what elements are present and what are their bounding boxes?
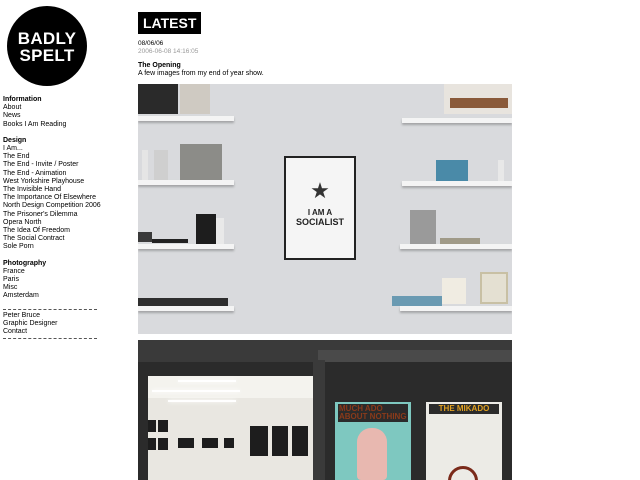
- artwork: [292, 426, 308, 456]
- photo-item: [442, 278, 466, 304]
- photo-item: [138, 298, 228, 306]
- nav-link-opera-north[interactable]: Opera North: [3, 219, 103, 227]
- artwork: [148, 438, 156, 450]
- shelf: [138, 244, 234, 249]
- nav-link-invisible-hand[interactable]: The Invisible Hand: [3, 186, 103, 194]
- nav-link-west-yorkshire[interactable]: West Yorkshire Playhouse: [3, 178, 103, 186]
- star-icon: ★: [310, 178, 330, 203]
- artwork: [272, 426, 288, 456]
- nav-link-contact[interactable]: Contact: [3, 328, 103, 336]
- poster-mikado-title: THE MIKADO: [429, 404, 499, 414]
- nav-link-social-contract[interactable]: The Social Contract: [3, 235, 103, 243]
- artwork: [148, 420, 156, 432]
- poster-text-line-2: SOCIALIST: [295, 217, 344, 227]
- photo-item: [142, 150, 148, 180]
- shelf: [138, 306, 234, 311]
- nav-group-photography: Photography France Paris Misc Amsterdam: [3, 260, 103, 301]
- footer-name: Peter Bruce: [3, 311, 40, 319]
- poster-much-ado: MUCH ADO ABOUT NOTHING: [335, 402, 411, 480]
- nav-heading-information: Information: [3, 96, 42, 103]
- photo-item: [436, 160, 468, 181]
- poster-mikado: THE MIKADO: [426, 402, 502, 480]
- divider-bottom: [3, 338, 97, 340]
- nav-link-amsterdam[interactable]: Amsterdam: [3, 292, 103, 300]
- artwork: [178, 438, 194, 448]
- shelf: [400, 306, 512, 311]
- nav-link-i-am[interactable]: I Am...: [3, 145, 103, 153]
- photo-item: [498, 160, 504, 181]
- shelf: [138, 180, 234, 185]
- footer-role: Graphic Designer: [3, 319, 58, 327]
- artwork: [158, 420, 168, 432]
- poster-ring: [448, 466, 478, 480]
- nav-link-paris[interactable]: Paris: [3, 276, 103, 284]
- sidebar-nav: Information About News Books I Am Readin…: [3, 96, 103, 340]
- nav-group-design: Design I Am... The End The End - Invite …: [3, 137, 103, 252]
- gallery-room: [148, 376, 313, 480]
- logo-line-1: BADLY: [17, 29, 77, 48]
- nav-link-books[interactable]: Books I Am Reading: [3, 121, 103, 129]
- nav-link-the-end[interactable]: The End: [3, 153, 103, 161]
- poster-much-ado-title: MUCH ADO ABOUT NOTHING: [338, 404, 408, 422]
- shelf: [138, 116, 234, 121]
- photo-item: [410, 210, 436, 244]
- poster-figure: [357, 428, 387, 480]
- shelf: [400, 244, 512, 249]
- photo-item: [154, 150, 168, 180]
- nav-link-news[interactable]: News: [3, 112, 103, 120]
- socialist-poster: ★ I AM A SOCIALIST: [284, 156, 356, 260]
- artwork: [158, 438, 168, 450]
- photo-item: [480, 272, 508, 304]
- post-description: A few images from my end of year show.: [138, 70, 264, 77]
- logo-line-2: SPELT: [19, 46, 75, 65]
- photo-item: [450, 98, 508, 108]
- pillar: [313, 360, 325, 480]
- artwork: [224, 438, 234, 448]
- artwork: [202, 438, 218, 448]
- photo-item: [138, 84, 178, 114]
- nav-group-information: Information About News Books I Am Readin…: [3, 96, 103, 129]
- post-date: 08/06/06: [138, 40, 164, 47]
- photo-entrance: MUCH ADO ABOUT NOTHING THE MIKADO: [138, 340, 512, 480]
- photo-sign-strip: [318, 350, 512, 362]
- nav-heading-photography: Photography: [3, 259, 47, 267]
- photo-item: [180, 84, 210, 114]
- nav-link-elsewhere[interactable]: The Importance Of Elsewhere: [3, 194, 103, 202]
- photo-item: [180, 144, 222, 180]
- photo-item: [440, 238, 480, 244]
- latest-badge: LATEST: [138, 12, 202, 34]
- nav-link-the-end-invite[interactable]: The End - Invite / Poster: [3, 161, 103, 169]
- shelf: [402, 181, 512, 186]
- nav-link-north-design[interactable]: North Design Competition 2006: [3, 202, 103, 210]
- photo-item: [196, 214, 216, 244]
- light: [168, 400, 236, 402]
- photo-item: [216, 218, 224, 244]
- divider-top: [3, 308, 97, 310]
- nav-link-prisoners-dilemma[interactable]: The Prisoner's Dilemma: [3, 211, 103, 219]
- photo-item: [152, 239, 188, 243]
- nav-link-idea-of-freedom[interactable]: The Idea Of Freedom: [3, 227, 103, 235]
- nav-link-france[interactable]: France: [3, 268, 103, 276]
- poster-text-line-1: I AM A: [307, 208, 333, 217]
- photo-item: [392, 296, 442, 306]
- nav-heading-design: Design: [3, 136, 27, 144]
- artwork: [250, 426, 268, 456]
- light: [152, 390, 240, 392]
- photo-shelves: ★ I AM A SOCIALIST: [138, 84, 512, 334]
- nav-link-the-end-animation[interactable]: The End - Animation: [3, 170, 103, 178]
- photo-item: [138, 232, 152, 242]
- light: [178, 380, 236, 382]
- post-title[interactable]: The Opening: [138, 62, 181, 69]
- nav-link-sole-porn[interactable]: Sole Porn: [3, 243, 103, 251]
- nav-link-misc[interactable]: Misc: [3, 284, 103, 292]
- nav-link-about[interactable]: About: [3, 104, 103, 112]
- post-timestamp: 2006-06-08 14:16:05: [138, 48, 199, 55]
- site-logo[interactable]: BADLY SPELT: [7, 6, 87, 86]
- shelf: [402, 118, 512, 123]
